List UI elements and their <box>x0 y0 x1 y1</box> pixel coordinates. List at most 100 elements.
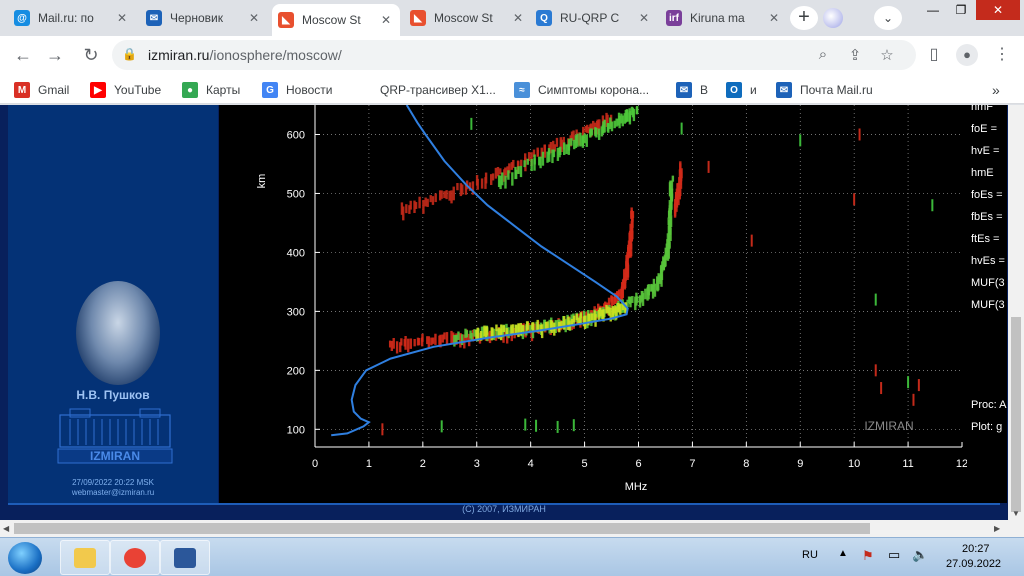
scroll-down-arrow-icon[interactable]: ▼ <box>1012 509 1020 518</box>
copyright-text: (C) 2007, ИЗМИРАН <box>462 504 546 514</box>
menu-kebab-icon[interactable]: ⋮ <box>990 44 1014 68</box>
file-explorer-icon[interactable] <box>60 540 110 575</box>
word-icon[interactable] <box>160 540 210 575</box>
bookmark-7[interactable]: ✉ В <box>676 80 708 100</box>
tab-6[interactable]: irf Kiruna ma ✕ <box>660 4 788 32</box>
new-tab-button[interactable]: + <box>790 6 818 30</box>
echo-trace-mark <box>443 191 446 199</box>
chrome-icon[interactable] <box>110 540 160 575</box>
tab-1[interactable]: @ Mail.ru: по ✕ <box>8 4 136 32</box>
echo-trace-mark <box>635 292 638 306</box>
echo-trace-mark <box>536 319 539 330</box>
network-icon[interactable]: ▭ <box>888 547 900 563</box>
close-window-button[interactable]: ✕ <box>976 0 1020 20</box>
lock-icon: 🔒 <box>122 47 137 61</box>
close-tab-icon[interactable]: ✕ <box>246 11 262 25</box>
minimize-button[interactable]: — <box>918 0 948 20</box>
volume-icon[interactable]: 🔈 <box>912 547 928 563</box>
x-tick-label: 5 <box>582 458 588 470</box>
webmaster-email-link[interactable]: webmaster@izmiran.ru <box>8 488 218 497</box>
bookmark-9[interactable]: ✉ Почта Mail.ru <box>776 80 873 100</box>
update-datetime: 27/09/2022 20:22 MSK <box>72 478 154 487</box>
echo-trace-mark <box>519 165 523 178</box>
forward-arrow-icon[interactable]: → <box>42 42 68 68</box>
browser-toolbar: ← → ↻ 🔒 izmiran.ru/ionosphere/moscow/ ⌕ … <box>0 36 1024 74</box>
echo-trace-mark <box>679 161 682 175</box>
noise-point <box>931 199 934 212</box>
close-tab-icon[interactable]: ✕ <box>636 11 652 25</box>
side-panel-icon[interactable]: ▯ <box>922 44 946 68</box>
address-bar[interactable]: 🔒 izmiran.ru/ionosphere/moscow/ ⌕ ⇪ ☆ <box>112 40 916 70</box>
bookmark-1[interactable]: M Gmail <box>14 80 69 100</box>
profile-orb-icon[interactable] <box>823 8 843 28</box>
echo-trace-mark <box>530 158 533 172</box>
restore-button[interactable]: ❐ <box>946 0 976 20</box>
noise-point <box>556 420 559 433</box>
param-label: Plot: g <box>971 421 1003 433</box>
echo-trace-mark <box>579 312 582 319</box>
close-tab-icon[interactable]: ✕ <box>766 11 782 25</box>
clock-date[interactable]: 27.09.2022 <box>946 558 1001 570</box>
bookmark-label: Почта Mail.ru <box>800 83 873 97</box>
profile-avatar-icon[interactable]: ● <box>956 44 978 66</box>
ruqrp-icon: Q <box>536 10 552 26</box>
bookmark-3[interactable]: ● Карты <box>182 80 240 100</box>
echo-trace-mark <box>476 178 479 190</box>
bookmark-6[interactable]: ≈ Симптомы корона... <box>514 80 649 100</box>
close-tab-icon[interactable]: ✕ <box>510 11 526 25</box>
noise-point <box>381 423 384 436</box>
bookmark-8[interactable]: Oи <box>726 80 757 100</box>
maps-pin-icon: ● <box>182 82 198 98</box>
bookmark-4[interactable]: G Новости <box>262 80 332 100</box>
tab-search-chevron-icon[interactable]: ⌄ <box>874 6 902 30</box>
param-label: foEs = <box>971 189 1003 201</box>
share-icon[interactable]: ⇪ <box>844 46 866 66</box>
gmail-icon: M <box>14 82 30 98</box>
vertical-scroll-thumb[interactable] <box>1011 317 1021 512</box>
x-tick-label: 8 <box>743 458 749 470</box>
back-arrow-icon[interactable]: ← <box>10 42 36 68</box>
page-content: Н.В. Пушков IZMIRAN 27/09/2022 20:22 MSK… <box>0 105 1008 520</box>
param-label: MUF(3 <box>971 277 1005 289</box>
scroll-right-arrow-icon[interactable]: ▶ <box>994 524 1000 533</box>
bookmark-star-icon[interactable]: ☆ <box>876 46 898 66</box>
zoom-icon[interactable]: ⌕ <box>812 46 834 66</box>
echo-trace-mark <box>405 204 408 214</box>
action-center-flag-icon[interactable]: ⚑ <box>862 548 874 564</box>
vertical-scrollbar[interactable]: ▼ <box>1008 105 1024 520</box>
noise-point <box>750 234 753 247</box>
sidebar-panel: Н.В. Пушков IZMIRAN 27/09/2022 20:22 MSK… <box>8 105 218 503</box>
x-tick-label: 2 <box>420 458 426 470</box>
tab-strip: @ Mail.ru: по ✕ ✉ Черновик ✕ ◣ Moscow St ✕ ◣ Mosco… <box>0 0 1024 36</box>
echo-trace-mark <box>610 121 614 132</box>
bookmarks-bar: M Gmail ▶ YouTube ● Карты G Новости QRP-трансиве… <box>0 74 1024 104</box>
portrait-image <box>76 281 160 385</box>
tab-5[interactable]: Q RU-QRP C ✕ <box>530 4 658 32</box>
izmiran-icon: ◣ <box>278 12 294 28</box>
echo-trace-mark <box>590 313 594 320</box>
horizontal-scroll-thumb[interactable] <box>14 523 870 534</box>
language-indicator[interactable]: RU <box>802 549 818 561</box>
param-label: hvE = <box>971 145 1000 157</box>
tab-3[interactable]: ◣ Moscow St ✕ <box>272 4 400 36</box>
more-bookmarks-chevron-icon[interactable]: » <box>992 80 1000 100</box>
clock-time[interactable]: 20:27 <box>962 543 990 555</box>
tab-2[interactable]: ✉ Черновик ✕ <box>140 4 268 32</box>
bookmark-2[interactable]: ▶ YouTube <box>90 80 161 100</box>
close-tab-icon[interactable]: ✕ <box>114 11 130 25</box>
horizontal-scrollbar[interactable]: ◀ ▶ <box>0 520 1024 537</box>
tray-chevron-icon[interactable]: ▲ <box>838 548 848 559</box>
noise-point <box>907 376 910 389</box>
bookmark-label: Gmail <box>38 83 70 97</box>
tab-4[interactable]: ◣ Moscow St ✕ <box>404 4 532 32</box>
close-tab-icon[interactable]: ✕ <box>378 13 394 27</box>
scroll-left-arrow-icon[interactable]: ◀ <box>3 524 9 533</box>
windows-start-icon[interactable] <box>8 542 42 574</box>
bookmark-5[interactable]: QRP-трансивер Х1... <box>356 80 496 100</box>
echo-trace-mark <box>409 200 412 210</box>
reload-icon[interactable]: ↻ <box>78 42 104 68</box>
izmiran-building-logo[interactable]: IZMIRAN <box>56 405 174 465</box>
url-text[interactable]: izmiran.ru/ionosphere/moscow/ <box>148 47 342 63</box>
ionogram-parameters: hmF foE = hvE = hmE foEs = fbEs = ftEs = hvEs =… <box>967 105 1007 503</box>
echo-trace-mark <box>533 154 536 165</box>
